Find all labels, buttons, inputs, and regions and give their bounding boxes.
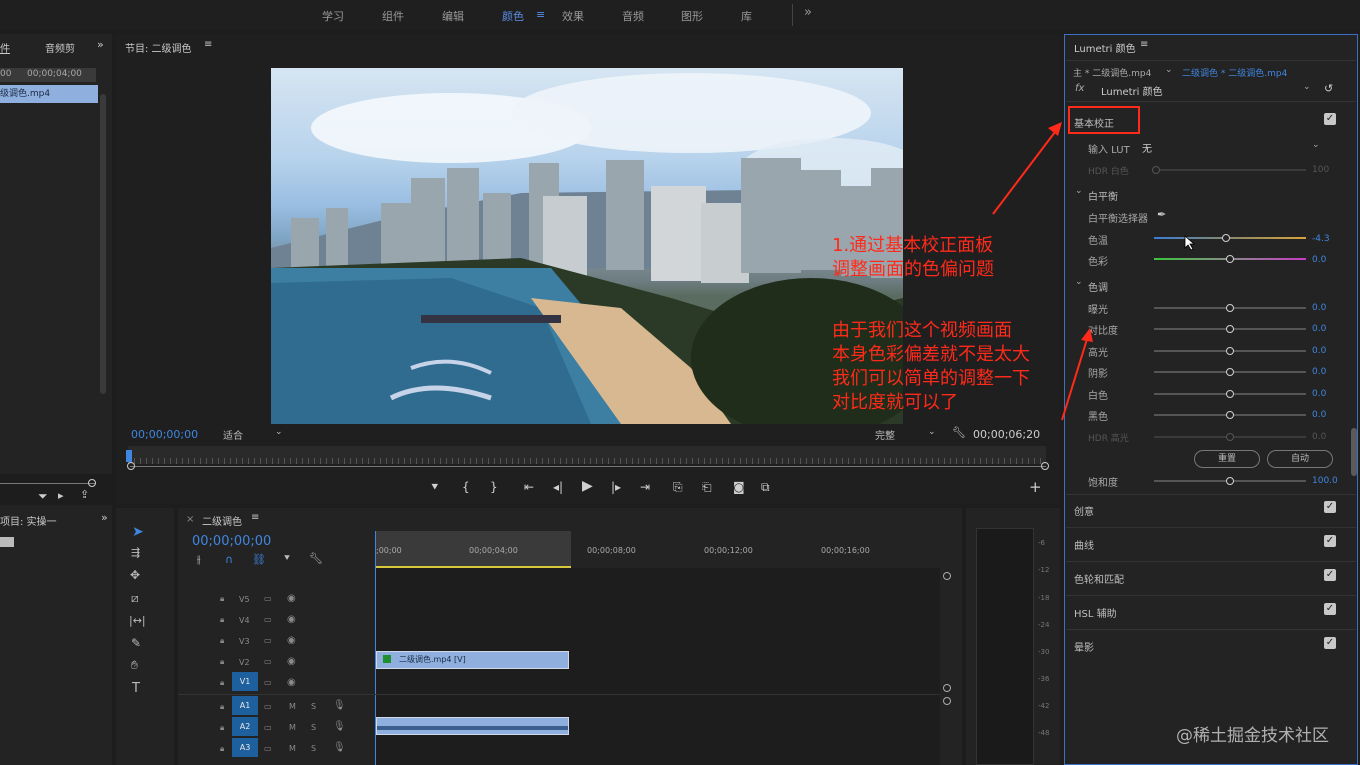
annotation-line: 我们可以简单的调整一下 <box>832 368 1030 389</box>
arrow-head-2 <box>1081 328 1093 342</box>
annotation-arrows <box>992 122 1093 421</box>
annotation-line: 1.通过基本校正面板 <box>832 235 994 256</box>
annotation-line: 本身色彩偏差就不是太大 <box>832 344 1030 365</box>
annotation-line: 由于我们这个视频画面 <box>832 320 1012 341</box>
arrow-head-1 <box>1048 122 1062 136</box>
mouse-cursor-icon <box>1184 235 1196 251</box>
annotation-text-1: 1.通过基本校正面板 调整画面的色偏问题 <box>832 234 994 282</box>
watermark: @稀土掘金技术社区 <box>1176 726 1329 746</box>
annotation-line: 对比度就可以了 <box>832 392 958 413</box>
arrow-line-1 <box>992 127 1059 215</box>
annotation-line: 调整画面的色偏问题 <box>832 259 994 280</box>
arrow-line-2 <box>1061 335 1089 421</box>
annotation-text-2: 由于我们这个视频画面 本身色彩偏差就不是太大 我们可以简单的调整一下 对比度就可… <box>832 319 1030 415</box>
